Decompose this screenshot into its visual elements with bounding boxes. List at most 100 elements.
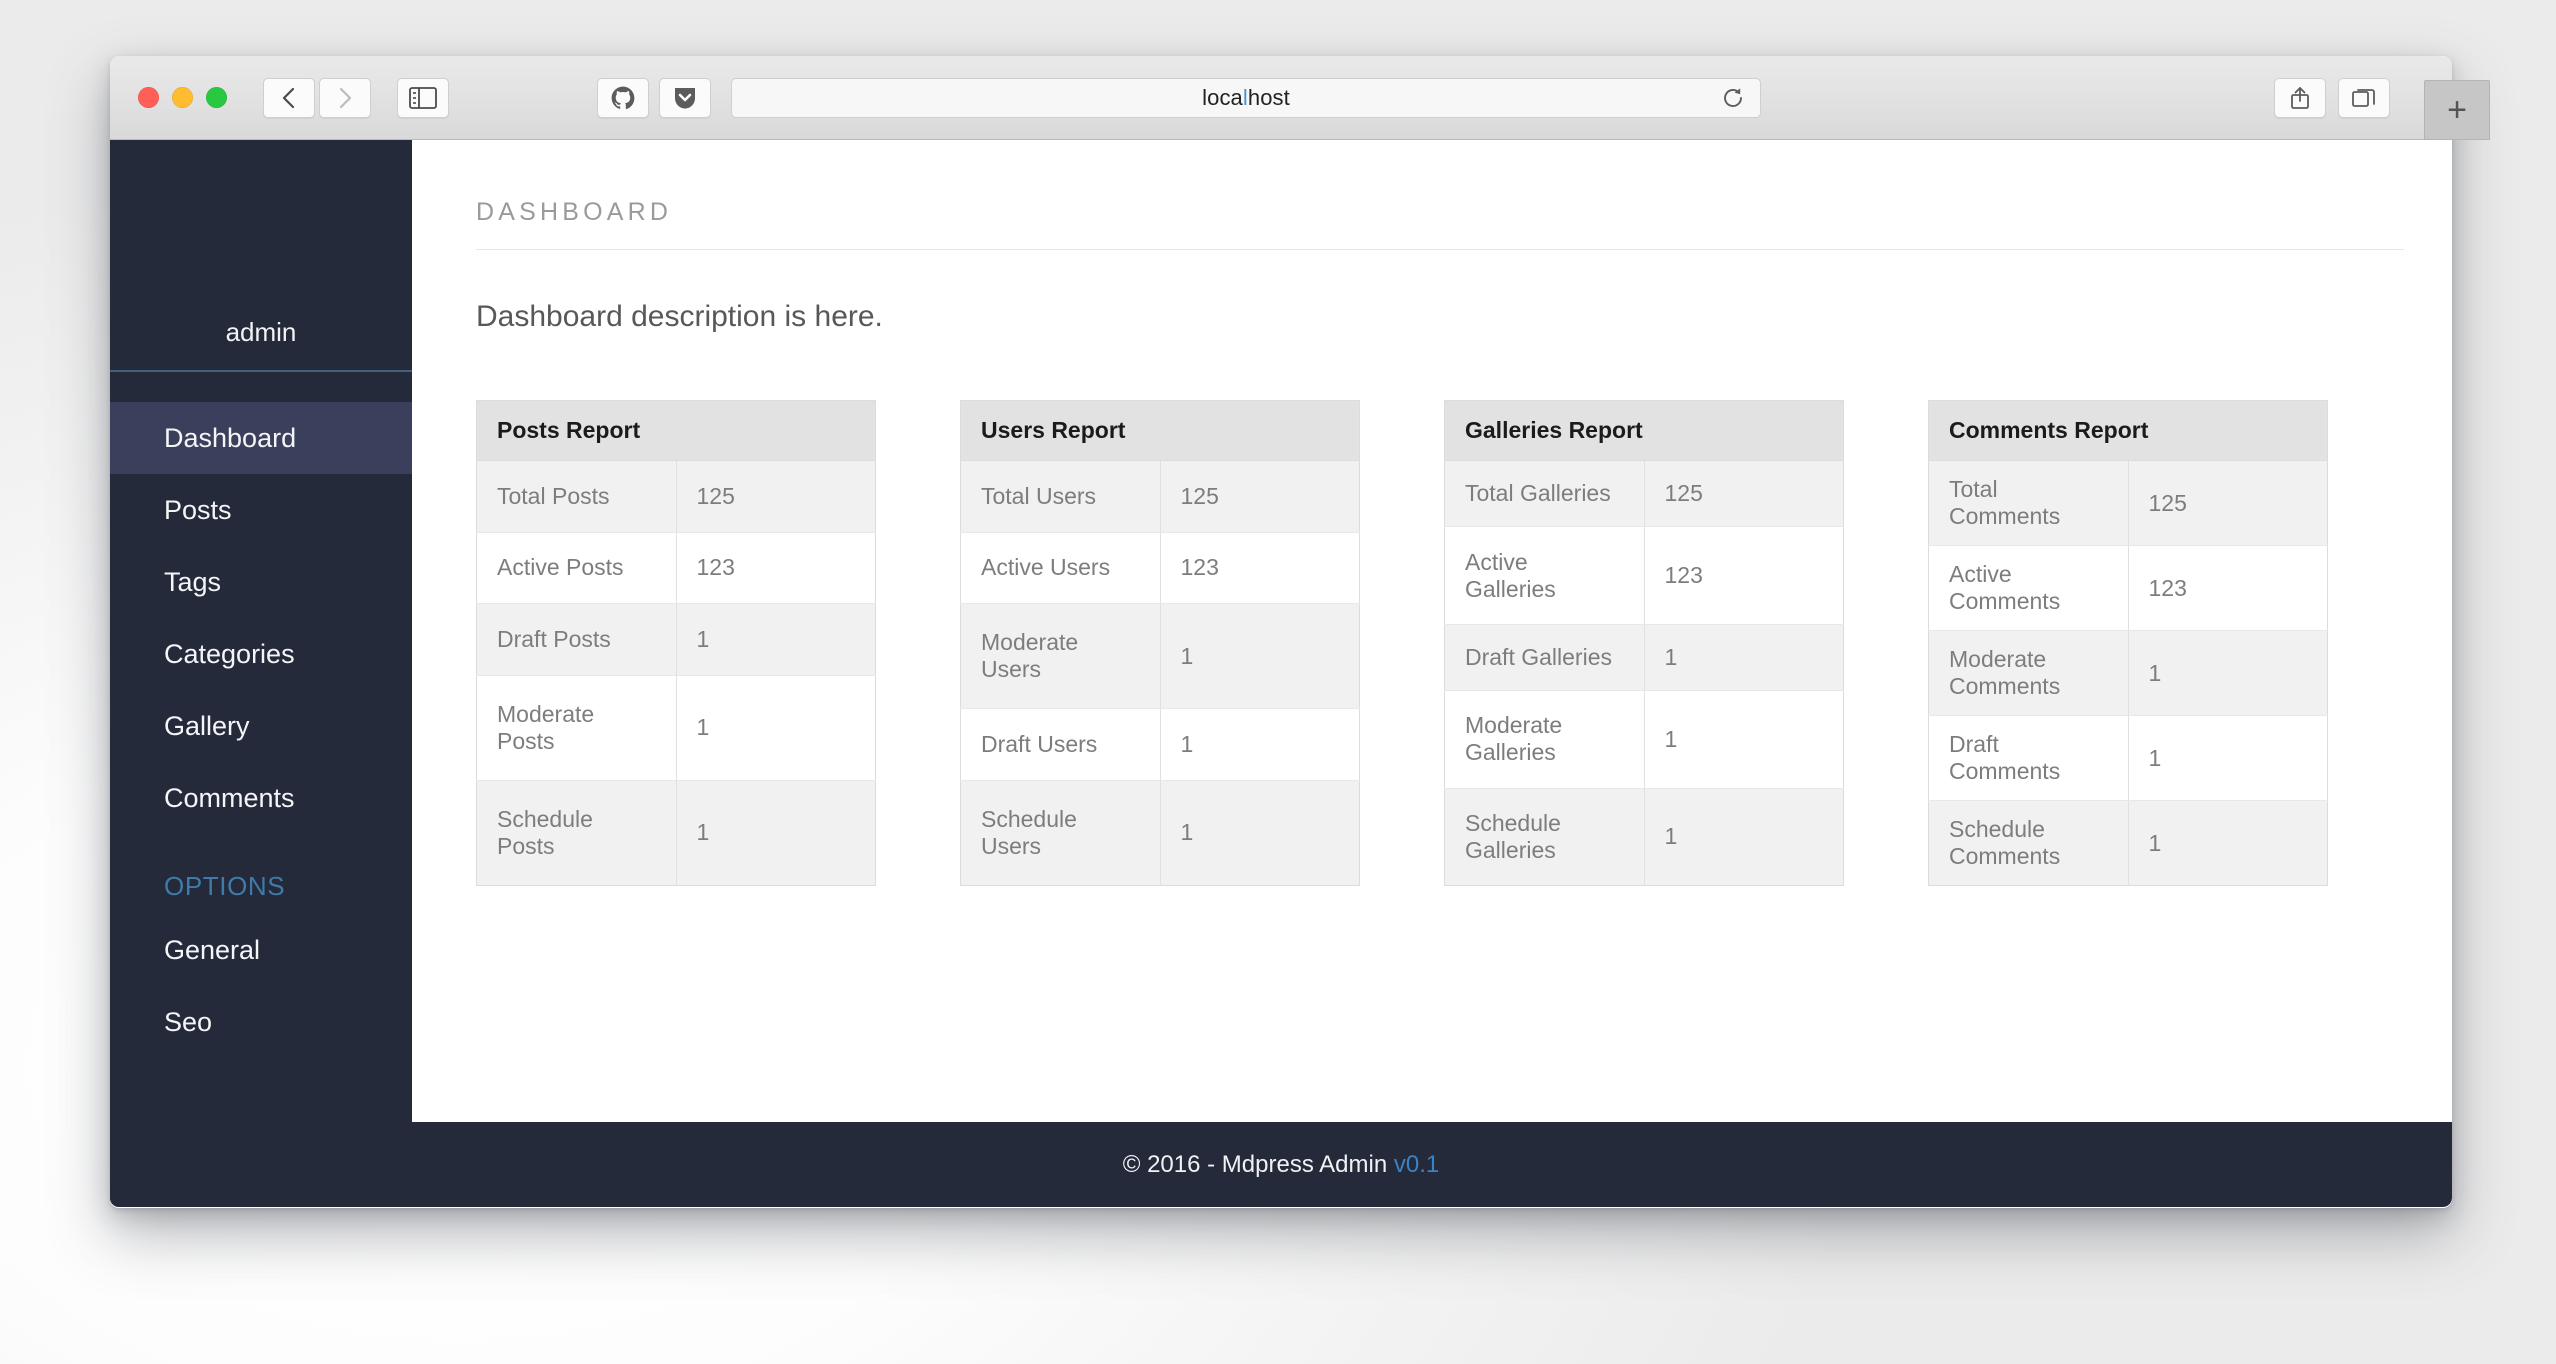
table-row: Total Users 125 [960,460,1360,533]
reload-button[interactable] [1716,83,1750,113]
browser-window: localhost + admin Dashboard Posts Tags C… [110,56,2490,1208]
table-row: Moderate Comments 1 [1928,630,2328,716]
table-row: Active Galleries 123 [1444,526,1844,625]
sidebar-navigation: Dashboard Posts Tags Categories Gallery … [110,372,412,1058]
row-value: 125 [1160,460,1360,533]
comments-report-table: Comments Report Total Comments 125 Active… [1928,400,2328,886]
row-value: 123 [1644,526,1844,625]
forward-button[interactable] [319,77,371,118]
table-row: Moderate Users 1 [960,603,1360,710]
footer-version-link[interactable]: v0.1 [1394,1151,1439,1178]
admin-sidebar: admin Dashboard Posts Tags Categories Ga… [110,140,412,1207]
row-label: Moderate Comments [1928,630,2129,716]
sidebar-item-comments[interactable]: Comments [110,762,412,834]
table-title: Galleries Report [1444,400,1844,461]
row-value: 1 [1160,780,1360,886]
row-label: Moderate Users [960,603,1161,710]
table-header-row: Users Report [960,400,1360,461]
table-row: Total Galleries 125 [1444,460,1844,528]
galleries-report-table: Galleries Report Total Galleries 125 Acti… [1444,400,1844,886]
row-label: Moderate Galleries [1444,690,1645,789]
row-label: Draft Posts [476,603,677,676]
sidebar-item-seo[interactable]: Seo [110,986,412,1058]
table-row: Schedule Galleries 1 [1444,788,1844,886]
sidebar-toggle-icon [409,86,437,109]
table-row: Schedule Posts 1 [476,780,876,886]
users-report-table: Users Report Total Users 125 Active Users… [960,400,1360,886]
table-row: Draft Comments 1 [1928,715,2328,801]
sidebar-item-tags[interactable]: Tags [110,546,412,618]
chevron-right-icon [339,87,352,108]
row-label: Schedule Posts [476,780,677,886]
row-label: Draft Users [960,708,1161,781]
show-all-tabs-icon [2352,88,2375,107]
row-value: 1 [676,603,876,676]
sidebar-item-gallery[interactable]: Gallery [110,690,412,762]
row-value: 1 [2128,715,2328,801]
github-icon [611,86,635,109]
maximize-window-button[interactable] [206,87,227,108]
sidebar-item-posts[interactable]: Posts [110,474,412,546]
sidebar-item-categories[interactable]: Categories [110,618,412,690]
row-label: Total Comments [1928,460,2129,546]
table-row: Schedule Users 1 [960,780,1360,886]
table-header-row: Galleries Report [1444,400,1844,461]
row-value: 1 [1160,603,1360,710]
github-bookmark-button[interactable] [597,77,649,118]
row-label: Active Users [960,532,1161,605]
bookmark-buttons: localhost [597,77,1761,118]
address-text: localhost [1202,84,1290,110]
posts-report-table: Posts Report Total Posts 125 Active Posts… [476,400,876,886]
table-row: Active Comments 123 [1928,545,2328,631]
share-icon [2291,86,2309,109]
row-label: Moderate Posts [476,675,677,781]
table-row: Schedule Comments 1 [1928,800,2328,886]
window-controls [138,87,227,108]
table-row: Draft Posts 1 [476,603,876,676]
close-window-button[interactable] [138,87,159,108]
row-label: Active Comments [1928,545,2129,631]
table-row: Active Posts 123 [476,532,876,605]
table-row: Draft Galleries 1 [1444,624,1844,692]
table-row: Moderate Galleries 1 [1444,690,1844,789]
row-value: 1 [676,780,876,886]
row-label: Draft Galleries [1444,624,1645,692]
show-all-tabs-button[interactable] [2338,77,2390,118]
sidebar-username: admin [225,317,297,347]
page-title: DASHBOARD [476,198,2404,250]
row-label: Active Galleries [1444,526,1645,625]
table-row: Total Comments 125 [1928,460,2328,546]
row-value: 1 [676,675,876,781]
back-button[interactable] [263,77,315,118]
pocket-bookmark-button[interactable] [659,77,711,118]
row-label: Total Posts [476,460,677,533]
table-row: Active Users 123 [960,532,1360,605]
sidebar-item-general[interactable]: General [110,914,412,986]
row-value: 1 [1644,624,1844,692]
table-row: Draft Users 1 [960,708,1360,781]
sidebar-item-dashboard[interactable]: Dashboard [110,402,412,474]
table-row: Total Posts 125 [476,460,876,533]
pocket-icon [675,87,695,108]
table-title: Users Report [960,400,1360,461]
row-label: Total Galleries [1444,460,1645,528]
sidebar-toggle-button[interactable] [397,77,449,118]
new-tab-button[interactable]: + [2424,80,2490,140]
row-value: 123 [1160,532,1360,605]
reload-icon [1724,87,1742,107]
table-header-row: Posts Report [476,400,876,461]
row-label: Schedule Galleries [1444,788,1645,886]
address-bar[interactable]: localhost [731,77,1761,118]
minimize-window-button[interactable] [172,87,193,108]
row-value: 1 [1644,788,1844,886]
row-label: Active Posts [476,532,677,605]
browser-toolbar: localhost + [110,56,2490,140]
page-description: Dashboard description is here. [476,300,883,333]
table-title: Comments Report [1928,400,2328,461]
row-value: 125 [2128,460,2328,546]
desktop-background: localhost + admin Dashboard Posts Tags C… [0,0,2556,1364]
web-page: admin Dashboard Posts Tags Categories Ga… [110,140,2452,1207]
sidebar-user-block: admin [110,140,412,370]
table-row: Moderate Posts 1 [476,675,876,781]
share-button[interactable] [2274,77,2326,118]
